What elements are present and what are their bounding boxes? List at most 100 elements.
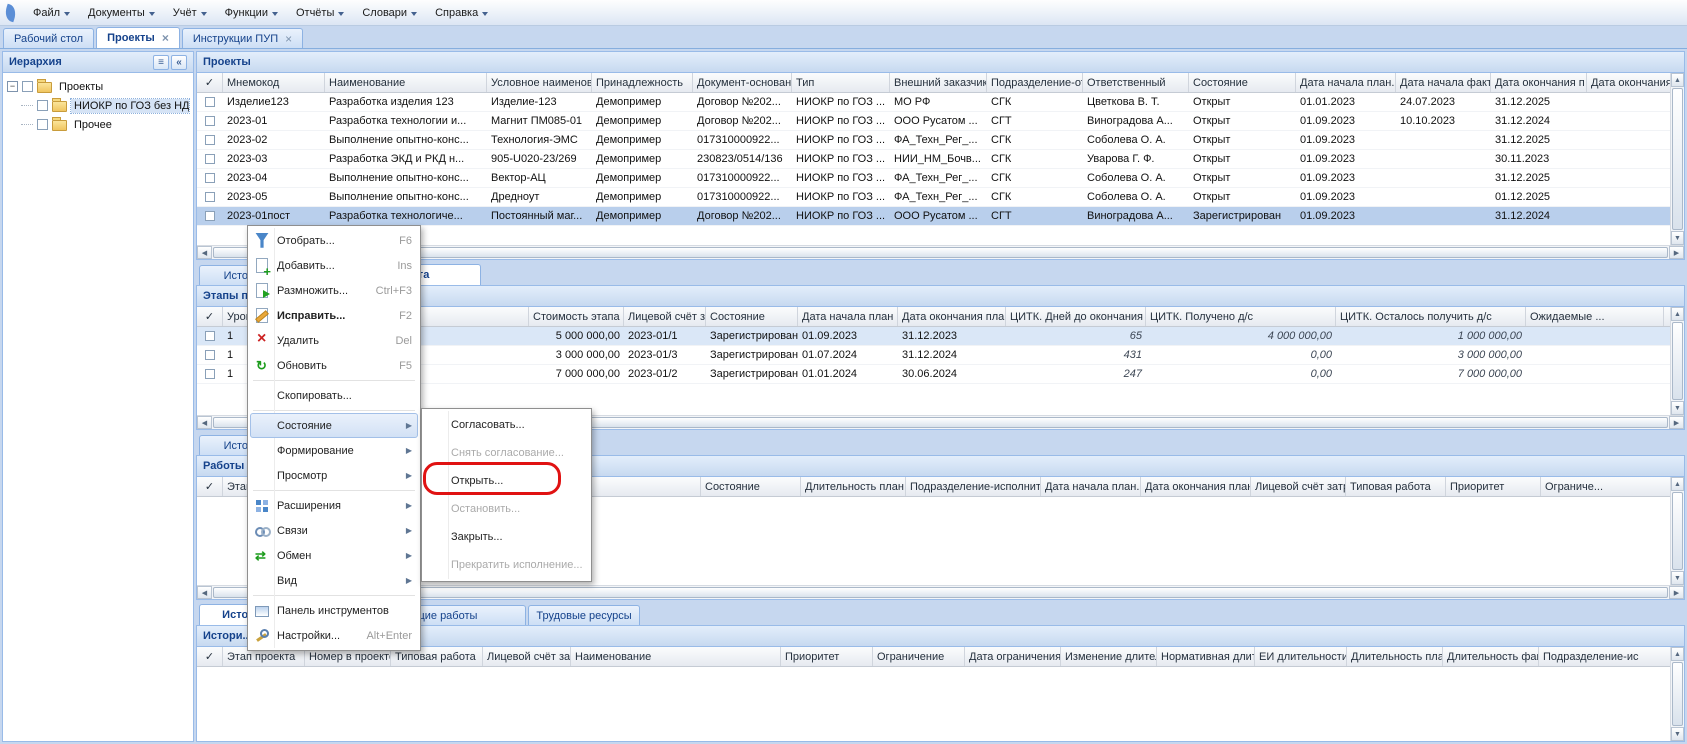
column-header[interactable]: Дата окончания план [898,307,1006,326]
column-header[interactable]: ЕИ длительности [1255,647,1347,666]
menu-item[interactable]: Исправить...F2 [250,303,418,328]
menubar-item[interactable]: Документы [79,3,164,23]
tab[interactable]: Рабочий стол [3,28,94,48]
column-header[interactable]: Дата ограничения [965,647,1061,666]
column-header[interactable]: Условное наименова [487,73,592,92]
column-header[interactable]: Дата начала план. [1296,73,1396,92]
works-vertical-scrollbar[interactable]: ▲▼ [1670,477,1684,585]
row-checkbox[interactable] [205,154,215,164]
collapse-panel-button[interactable]: « [171,55,187,70]
column-header[interactable]: ✓ [197,307,223,326]
column-header[interactable]: Длительность план [801,477,906,496]
row-checkbox[interactable] [205,331,215,341]
column-header[interactable]: Ограничение [873,647,965,666]
row-checkbox[interactable] [205,97,215,107]
menu-item[interactable]: Скопировать... [250,383,418,408]
table-row[interactable]: 2023-01Разработка технологии и...Магнит … [197,112,1670,131]
tree-item[interactable]: Прочее [3,115,193,134]
column-header[interactable]: Приоритет [781,647,873,666]
expander-icon[interactable]: − [7,81,18,92]
row-checkbox[interactable] [205,135,215,145]
column-header[interactable]: Приоритет [1446,477,1541,496]
column-header[interactable]: Состояние [701,477,801,496]
menubar-item[interactable]: Справка [426,3,497,23]
column-header[interactable]: Лицевой счёт затр [483,647,571,666]
row-checkbox[interactable] [205,369,215,379]
column-header[interactable]: Состояние [1189,73,1296,92]
column-header[interactable]: ✓ [197,647,223,666]
column-header[interactable]: Типовая работа [1346,477,1446,496]
menu-item[interactable]: Обмен▶ [250,543,418,568]
row-checkbox[interactable] [205,350,215,360]
menu-item[interactable]: Отобрать...F6 [250,228,418,253]
scroll-up-button[interactable]: ▲ [1671,73,1684,87]
column-header[interactable]: Документ-основан [693,73,792,92]
table-row[interactable]: 2023-04Выполнение опытно-конс...Вектор-А… [197,169,1670,188]
column-header[interactable]: ✓ [197,477,223,496]
tree-item[interactable]: НИОКР по ГОЗ без НДС [3,96,193,115]
column-header[interactable]: Дата начала план. [1041,477,1141,496]
menu-item[interactable]: ОбновитьF5 [250,353,418,378]
scroll-left-button[interactable]: ◀ [197,246,212,259]
menu-item[interactable]: Формирование▶ [250,438,418,463]
menu-item[interactable]: Состояние▶ [250,413,418,438]
menu-item[interactable]: Панель инструментов [250,598,418,623]
column-header[interactable]: Лицевой счёт затрат [624,307,706,326]
scroll-down-button[interactable]: ▼ [1671,571,1684,585]
table-row[interactable]: 2023-05Выполнение опытно-конс...Дредноут… [197,188,1670,207]
column-header[interactable]: Длительность фак [1443,647,1539,666]
stages-vertical-scrollbar[interactable]: ▲▼ [1670,307,1684,415]
menu-item[interactable]: Вид▶ [250,568,418,593]
column-header[interactable]: Ограниче... [1541,477,1670,496]
column-header[interactable]: Тип [792,73,890,92]
column-header[interactable]: ✓ [197,73,223,92]
scroll-down-button[interactable]: ▼ [1671,231,1684,245]
scroll-left-button[interactable]: ◀ [197,586,212,599]
scroll-right-button[interactable]: ▶ [1669,246,1684,259]
scroll-right-button[interactable]: ▶ [1669,416,1684,429]
column-header[interactable]: Дата начала факт [1396,73,1491,92]
column-header[interactable]: Подразделение-от [987,73,1083,92]
column-header[interactable]: Наименование [571,647,781,666]
column-header[interactable]: ЦИТК. Дней до окончания [1006,307,1146,326]
menu-item[interactable]: Согласовать... [424,411,589,439]
column-header[interactable]: Мнемокод [223,73,325,92]
scroll-thumb[interactable] [1672,88,1683,230]
scroll-right-button[interactable]: ▶ [1669,586,1684,599]
table-row[interactable]: 2023-01постРазработка технологиче...Пост… [197,207,1670,226]
column-header[interactable]: ЦИТК. Осталось получить д/с [1336,307,1526,326]
menu-item[interactable]: Открыть... [424,467,589,495]
column-header[interactable]: Ожидаемые ... [1526,307,1664,326]
scroll-thumb[interactable] [1672,322,1683,400]
scroll-left-button[interactable]: ◀ [197,416,212,429]
scroll-thumb[interactable] [1672,492,1683,570]
row-checkbox[interactable] [205,116,215,126]
column-header[interactable]: Длительность пла [1347,647,1443,666]
column-header[interactable]: Дата окончания п [1491,73,1587,92]
tree-checkbox[interactable] [22,81,33,92]
column-header[interactable]: Ответственный [1083,73,1189,92]
scroll-thumb[interactable] [213,247,1668,258]
column-header[interactable]: Состояние [706,307,798,326]
projects-vertical-scrollbar[interactable]: ▲▼ [1670,73,1684,245]
table-row[interactable]: 2023-02Выполнение опытно-конс...Технолог… [197,131,1670,150]
row-checkbox[interactable] [205,173,215,183]
scroll-thumb[interactable] [213,587,1668,598]
column-header[interactable]: Изменение длител [1061,647,1157,666]
row-checkbox[interactable] [205,192,215,202]
column-header[interactable]: Подразделение-исполнитель. [906,477,1041,496]
menubar-item[interactable]: Отчёты [287,3,353,23]
column-header[interactable]: Наименование [325,73,487,92]
menu-item[interactable]: Связи▶ [250,518,418,543]
row-checkbox[interactable] [205,211,215,221]
tree-checkbox[interactable] [37,119,48,130]
menubar-item[interactable]: Файл [24,3,79,23]
scroll-down-button[interactable]: ▼ [1671,401,1684,415]
hierarchy-menu-button[interactable]: ≡ [153,55,169,70]
menubar-item[interactable]: Функции [216,3,287,23]
history-vertical-scrollbar[interactable]: ▲▼ [1670,647,1684,741]
scroll-up-button[interactable]: ▲ [1671,477,1684,491]
column-header[interactable]: Дата окончания план [1141,477,1251,496]
column-header[interactable]: Лицевой счёт затр [1251,477,1346,496]
menu-item[interactable]: УдалитьDel [250,328,418,353]
